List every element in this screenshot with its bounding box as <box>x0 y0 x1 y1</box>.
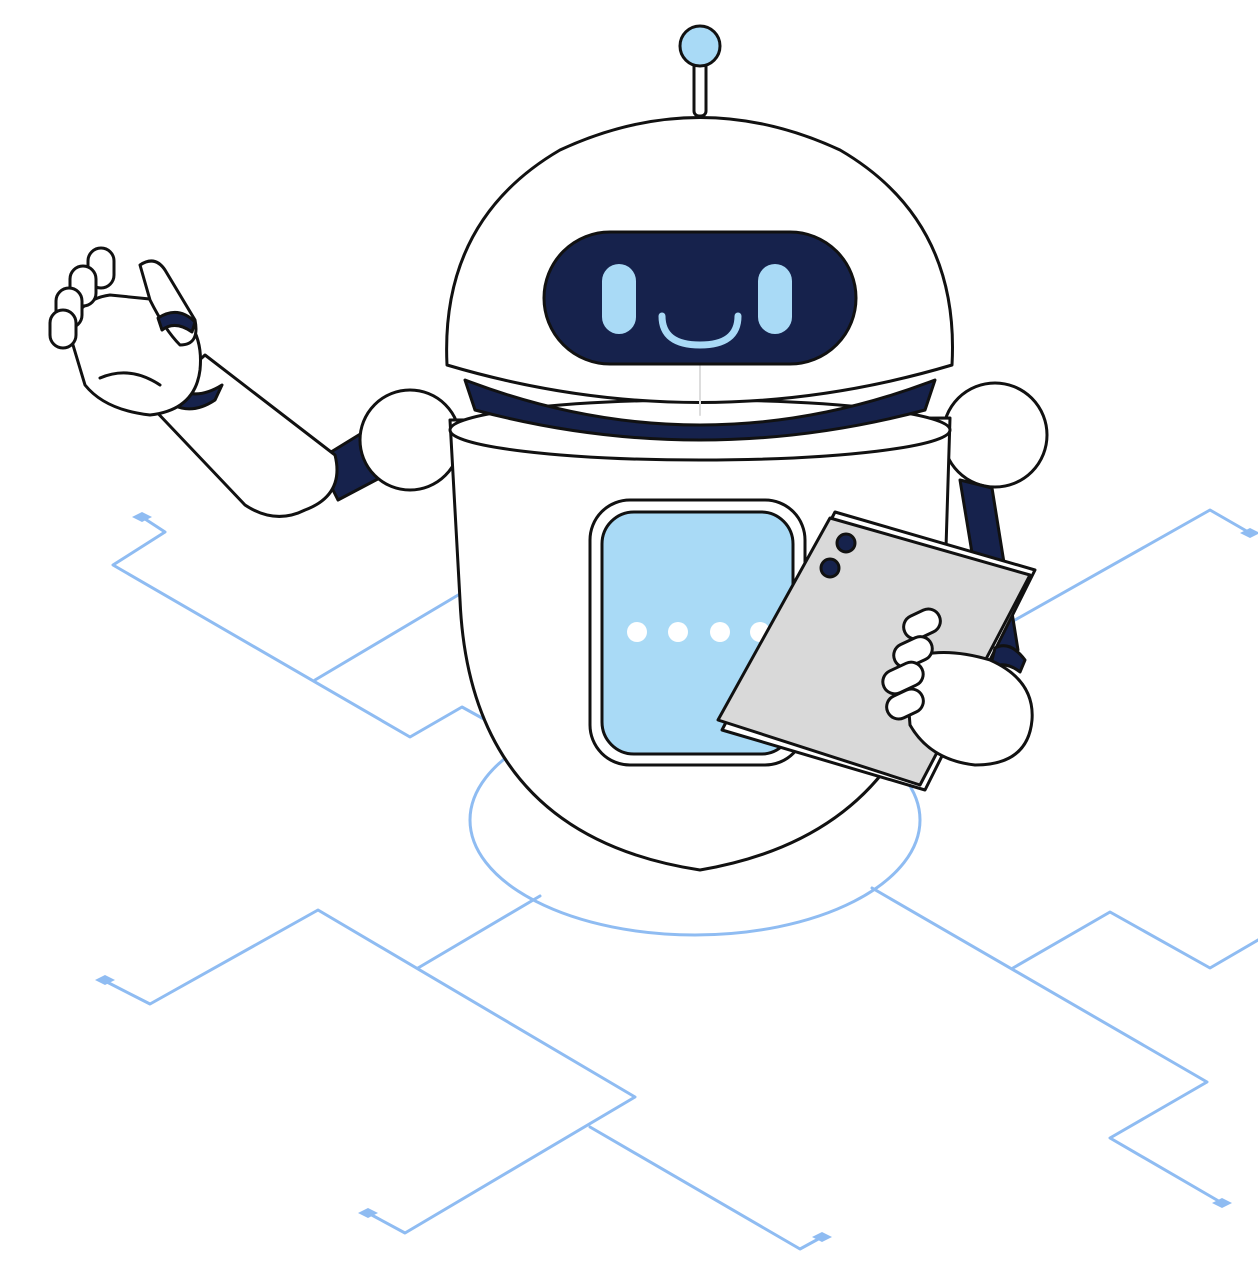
circuit-line <box>313 586 472 682</box>
illustration-canvas <box>0 0 1258 1265</box>
right-shoulder <box>941 381 1049 489</box>
tablet-camera <box>835 532 857 554</box>
left-eye <box>602 264 636 334</box>
antenna-ball-icon <box>678 24 722 118</box>
right-eye <box>758 264 792 334</box>
antenna-ball <box>678 24 722 68</box>
left-arm <box>48 246 397 518</box>
circuit-line <box>416 894 542 970</box>
left-finger <box>48 308 78 350</box>
tablet-camera <box>819 557 841 579</box>
left-shoulder <box>358 388 462 492</box>
circuit-line <box>111 515 502 739</box>
circuit-line <box>101 908 637 1235</box>
left-hand <box>48 246 202 417</box>
robot-head <box>445 116 954 416</box>
robot-illustration <box>48 24 1258 1251</box>
circuit-line <box>1013 508 1252 622</box>
circuit-line <box>1011 910 1258 970</box>
circuit-line <box>588 1125 824 1251</box>
circuit-line <box>870 886 1224 1205</box>
